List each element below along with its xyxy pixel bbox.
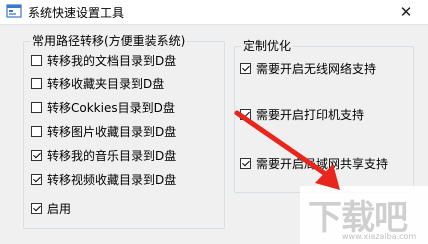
transfer-videos-checkbox[interactable]: 转移视频收藏目录到D盘 — [31, 171, 176, 187]
checkbox-label: 需要开启局域网共享支持 — [256, 156, 389, 171]
checkbox-box[interactable] — [240, 157, 251, 169]
transfer-music-checkbox[interactable]: 转移我的音乐目录到D盘 — [31, 147, 176, 163]
checkbox-box[interactable] — [31, 77, 42, 89]
wireless-support-checkbox[interactable]: 需要开启无线网络支持 — [240, 60, 376, 76]
checkbox-box[interactable] — [31, 54, 42, 66]
window-title: 系统快速设置工具 — [28, 6, 125, 20]
checkbox-label: 转移视频收藏目录到D盘 — [47, 172, 177, 187]
optimization-group-title: 定制优化 — [241, 39, 294, 53]
title-bar: 系统快速设置工具 ✕ — [0, 0, 428, 25]
checkbox-box[interactable] — [31, 101, 42, 113]
transfer-favorites-checkbox[interactable]: 转移收藏夹目录到D盘 — [31, 75, 164, 91]
transfer-documents-checkbox[interactable]: 转移我的文档目录到D盘 — [31, 52, 176, 68]
transfer-pictures-checkbox[interactable]: 转移图片收藏目录到D盘 — [31, 123, 176, 139]
watermark: 下载吧 www.xiazaiba.com — [300, 186, 428, 244]
checkbox-label: 启用 — [47, 201, 72, 216]
lan-sharing-checkbox[interactable]: 需要开启局域网共享支持 — [240, 155, 388, 171]
printer-support-checkbox[interactable]: 需要开启打印机支持 — [240, 106, 364, 122]
checkbox-box[interactable] — [31, 202, 42, 214]
checkbox-label: 转移图片收藏目录到D盘 — [47, 124, 177, 139]
enable-checkbox[interactable]: 启用 — [31, 200, 71, 216]
close-button[interactable]: ✕ — [384, 0, 428, 24]
app-icon — [6, 4, 22, 18]
checkbox-label: 转移Cokkies目录到D盘 — [47, 100, 175, 115]
checkbox-label: 转移我的文档目录到D盘 — [47, 53, 177, 68]
watermark-url: www.xiazaiba.com — [342, 232, 417, 241]
close-icon: ✕ — [399, 3, 413, 21]
checkbox-label: 转移收藏夹目录到D盘 — [47, 76, 165, 91]
path-transfer-group-title: 常用路径转移(方便重装系统) — [30, 34, 188, 48]
transfer-cookies-checkbox[interactable]: 转移Cokkies目录到D盘 — [31, 99, 175, 115]
checkbox-box[interactable] — [31, 125, 42, 137]
checkbox-box[interactable] — [240, 108, 251, 120]
checkbox-label: 转移我的音乐目录到D盘 — [47, 148, 177, 163]
checkbox-box[interactable] — [31, 149, 42, 161]
checkbox-label: 需要开启无线网络支持 — [256, 61, 377, 76]
checkbox-box[interactable] — [31, 173, 42, 185]
checkbox-label: 需要开启打印机支持 — [256, 107, 365, 122]
checkbox-box[interactable] — [240, 62, 251, 74]
